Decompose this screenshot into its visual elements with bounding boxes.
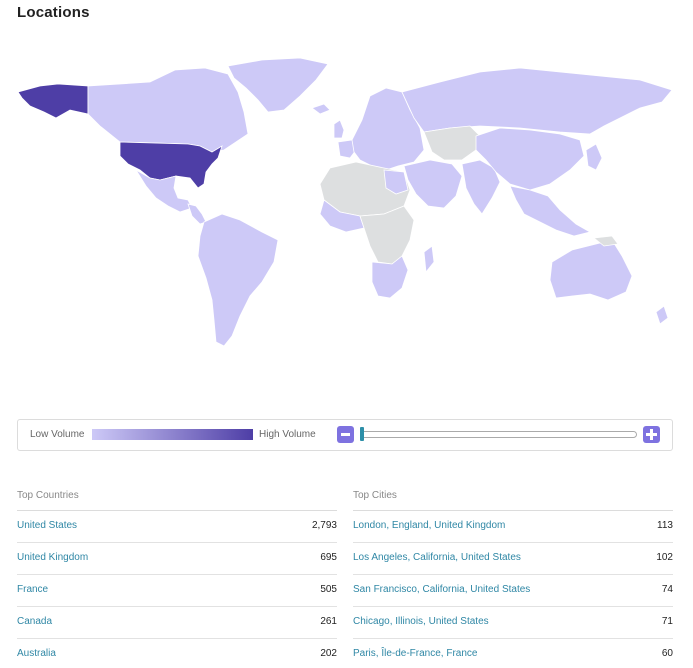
legend-low-label: Low Volume	[30, 429, 85, 440]
zoom-in-button[interactable]	[643, 426, 660, 443]
country-count: 695	[320, 552, 337, 563]
city-link[interactable]: Paris, Île-de-France, France	[353, 648, 478, 659]
country-link[interactable]: Canada	[17, 616, 52, 627]
legend-color-gradient	[92, 429, 253, 440]
country-canada[interactable]	[87, 67, 249, 153]
country-count: 2,793	[311, 520, 337, 531]
country-greenland[interactable]	[227, 57, 329, 113]
country-alaska-us[interactable]	[17, 83, 89, 119]
top-countries-table: Top Countries United States 2,793 United…	[17, 490, 337, 668]
country-central-america[interactable]	[187, 203, 207, 225]
country-australia[interactable]	[549, 239, 633, 301]
table-row: United Kingdom 695	[17, 543, 337, 575]
city-count: 60	[661, 648, 673, 659]
country-link[interactable]: France	[17, 584, 48, 595]
table-row: Paris, Île-de-France, France 60	[353, 639, 673, 668]
country-japan[interactable]	[585, 143, 603, 171]
map-legend-bar: Low Volume High Volume	[17, 419, 673, 451]
top-cities-heading: Top Cities	[353, 490, 673, 511]
country-south-america[interactable]	[197, 213, 279, 347]
city-count: 113	[657, 520, 673, 531]
country-southeast-asia[interactable]	[509, 185, 592, 237]
country-iceland[interactable]	[311, 103, 331, 115]
zoom-slider-handle[interactable]	[360, 427, 364, 441]
top-countries-heading: Top Countries	[17, 490, 337, 511]
map-countries	[17, 57, 673, 347]
country-link[interactable]: Australia	[17, 648, 56, 659]
country-russia[interactable]	[401, 67, 673, 135]
country-link[interactable]: United Kingdom	[17, 552, 88, 563]
page-title: Locations	[17, 4, 90, 21]
country-count: 505	[320, 584, 337, 595]
country-central-asia[interactable]	[423, 125, 481, 161]
table-row: United States 2,793	[17, 511, 337, 543]
country-middle-east[interactable]	[403, 159, 463, 209]
city-link[interactable]: Chicago, Illinois, United States	[353, 616, 489, 627]
top-cities-table: Top Cities London, England, United Kingd…	[353, 490, 673, 668]
city-link[interactable]: Los Angeles, California, United States	[353, 552, 521, 563]
country-new-zealand[interactable]	[655, 305, 669, 325]
city-count: 71	[661, 616, 673, 627]
city-link[interactable]: San Francisco, California, United States	[353, 584, 530, 595]
city-count: 102	[656, 552, 673, 563]
table-row: France 505	[17, 575, 337, 607]
table-row: Chicago, Illinois, United States 71	[353, 607, 673, 639]
minus-icon	[341, 433, 350, 436]
table-row: Los Angeles, California, United States 1…	[353, 543, 673, 575]
zoom-out-button[interactable]	[337, 426, 354, 443]
country-united-kingdom[interactable]	[333, 119, 345, 139]
table-row: Australia 202	[17, 639, 337, 668]
zoom-slider-track[interactable]	[360, 431, 637, 438]
country-count: 202	[320, 648, 337, 659]
legend-high-label: High Volume	[259, 429, 316, 440]
table-row: Canada 261	[17, 607, 337, 639]
city-link[interactable]: London, England, United Kingdom	[353, 520, 505, 531]
country-link[interactable]: United States	[17, 520, 77, 531]
table-row: San Francisco, California, United States…	[353, 575, 673, 607]
table-row: London, England, United Kingdom 113	[353, 511, 673, 543]
city-count: 74	[661, 584, 673, 595]
world-choropleth-map[interactable]	[0, 40, 693, 370]
country-madagascar[interactable]	[423, 245, 435, 274]
country-count: 261	[320, 616, 337, 627]
